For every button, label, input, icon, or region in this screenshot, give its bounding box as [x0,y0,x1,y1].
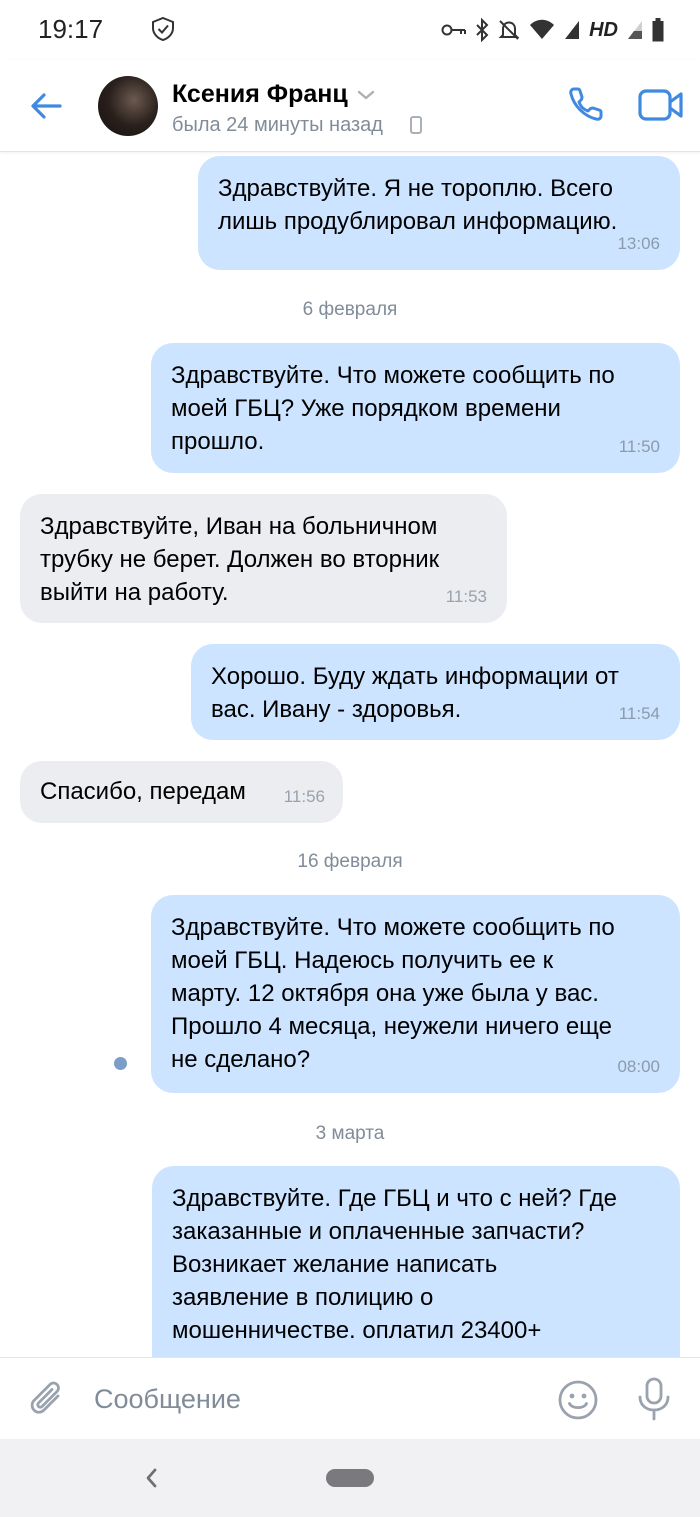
message-text: Здравствуйте. Что можете сообщить по мое… [171,914,615,1073]
nav-back-icon[interactable] [140,1465,162,1491]
nav-home-pill[interactable] [326,1469,374,1487]
date-separator: 16 февраля [297,851,403,872]
message-bubble-incoming[interactable]: Здравствуйте, Иван на больничном трубку … [20,494,507,623]
message-time: 11:53 [445,587,487,606]
system-navigation-bar [0,1439,700,1517]
message-bubble-outgoing[interactable]: Здравствуйте. Что можете сообщить по мое… [151,343,680,473]
status-icons: HD [441,16,664,44]
hd-label: HD [589,18,618,41]
message-bubble-incoming[interactable]: Спасибо, передам 11:56 [20,761,343,823]
message-text: Здравствуйте, Иван на больничном трубку … [40,513,440,606]
key-icon [441,24,467,36]
message-text: Здравствуйте. Где ГБЦ и что с ней? Где з… [172,1185,618,1344]
battery-icon [652,18,664,42]
chevron-down-icon[interactable] [356,88,376,102]
message-text: Здравствуйте. Я не тороплю. Всего лишь п… [218,175,618,235]
signal-icon [565,21,580,39]
message-text: Хорошо. Буду ждать информации от вас. Ив… [211,663,619,723]
message-list[interactable]: Здравствуйте. Я не тороплю. Всего лишь п… [0,152,700,1357]
message-bubble-outgoing[interactable]: Здравствуйте. Я не тороплю. Всего лишь п… [198,156,680,270]
shield-icon [152,16,174,42]
message-time: 11:54 [618,704,660,723]
bell-off-icon [498,20,520,40]
message-bubble-outgoing[interactable]: Здравствуйте. Где ГБЦ и что с ней? Где з… [152,1166,680,1357]
chat-header: Ксения Франц была 24 минуты назад [0,60,700,152]
message-text: Спасибо, передам [40,778,246,805]
message-composer [0,1357,700,1439]
status-time: 19:17 [38,14,104,44]
avatar[interactable] [98,76,158,136]
video-call-icon[interactable] [638,88,684,122]
paperclip-icon[interactable] [28,1378,68,1422]
smile-icon[interactable] [556,1378,600,1422]
bluetooth-icon [476,18,489,42]
signal-empty-icon [628,21,642,39]
status-bar: 19:17 HD [0,0,700,60]
message-input[interactable] [94,1376,534,1422]
wifi-icon [530,19,555,39]
back-arrow-icon[interactable] [26,86,66,126]
date-separator: 6 февраля [302,299,398,320]
contact-status: была 24 минуты назад [172,114,383,136]
message-bubble-outgoing[interactable]: Здравствуйте. Что можете сообщить по мое… [151,895,680,1093]
message-time: 11:50 [618,437,660,456]
message-time: 08:00 [617,1057,660,1076]
message-text: Здравствуйте. Что можете сообщить по мое… [171,362,615,455]
unread-indicator [114,1057,127,1070]
mobile-phone-icon [410,116,422,134]
phone-call-icon[interactable] [566,84,606,124]
contact-name[interactable]: Ксения Франц [172,80,348,109]
date-separator: 3 марта [315,1123,385,1144]
message-bubble-outgoing[interactable]: Хорошо. Буду ждать информации от вас. Ив… [191,644,680,740]
microphone-icon[interactable] [636,1376,672,1422]
message-time: 13:06 [617,234,660,253]
message-time: 11:56 [283,787,325,806]
